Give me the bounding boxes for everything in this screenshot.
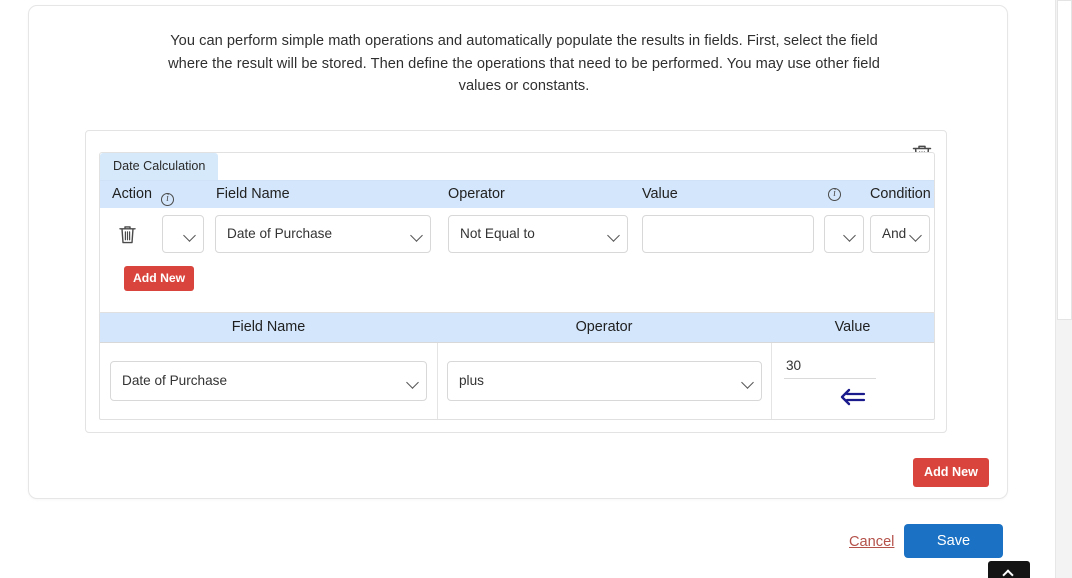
chevron-down-icon	[843, 229, 856, 242]
ops-cell-operator: plus	[437, 343, 771, 419]
scroll-to-top-widget[interactable]	[988, 561, 1030, 578]
ops-operator-value: plus	[459, 373, 484, 388]
tab-strip: Date Calculation	[100, 153, 219, 181]
operations-row: Date of Purchase plus	[100, 343, 934, 419]
ops-column-header-field-name: Field Name	[231, 319, 306, 335]
ops-operator-select[interactable]: plus	[447, 361, 762, 401]
column-header-field-name: Field Name	[216, 186, 290, 202]
page-root: You can perform simple math operations a…	[0, 0, 1072, 578]
add-new-calculation-button[interactable]: Add New	[913, 458, 989, 487]
arrow-left-from-line-icon[interactable]	[838, 388, 868, 406]
ops-field-value: Date of Purchase	[122, 373, 228, 388]
chevron-down-icon	[909, 229, 922, 242]
operations-table: Field Name Operator Value Date of Purcha…	[99, 312, 935, 420]
ops-value-input[interactable]	[784, 353, 876, 379]
ops-field-select[interactable]: Date of Purchase	[110, 361, 427, 401]
ops-cell-value	[771, 343, 934, 419]
column-header-condition: Condition	[870, 186, 931, 202]
scroll-gutter	[1045, 0, 1055, 578]
action-type-select[interactable]	[162, 215, 204, 253]
condition-value-input[interactable]	[642, 215, 814, 253]
chevron-down-icon	[741, 376, 754, 389]
condition-field-value: Date of Purchase	[227, 226, 333, 241]
chevron-up-icon	[1002, 569, 1014, 578]
calculation-panel: Date Calculation Action Field Name Opera…	[85, 130, 947, 433]
condition-table-header: Action Field Name Operator Value Conditi…	[100, 180, 934, 208]
info-icon-action[interactable]	[161, 192, 174, 206]
condition-field-select[interactable]: Date of Purchase	[215, 215, 431, 253]
ops-cell-field-name: Date of Purchase	[100, 343, 437, 419]
condition-logic-select[interactable]: And	[870, 215, 930, 253]
operations-table-header: Field Name Operator Value	[100, 313, 934, 343]
condition-block: Date Calculation Action Field Name Opera…	[99, 152, 935, 315]
condition-value-select[interactable]	[824, 215, 864, 253]
add-new-condition-button[interactable]: Add New	[124, 266, 195, 291]
intro-description: You can perform simple math operations a…	[168, 33, 880, 94]
chevron-down-icon	[410, 229, 423, 242]
calculation-card: You can perform simple math operations a…	[28, 5, 1008, 499]
chevron-down-icon	[406, 376, 419, 389]
column-header-value: Value	[642, 186, 678, 202]
save-button[interactable]: Save	[904, 524, 1003, 558]
chevron-down-icon	[607, 229, 620, 242]
ops-column-header-value: Value	[834, 319, 871, 335]
page-scrollbar-track[interactable]	[1055, 0, 1072, 578]
tab-date-calculation[interactable]: Date Calculation	[100, 153, 219, 180]
cancel-link[interactable]: Cancel	[849, 534, 894, 550]
row-trash-icon[interactable]	[118, 224, 137, 245]
ops-column-header-operator: Operator	[575, 319, 633, 335]
condition-row: Date of Purchase Not Equal to And	[100, 208, 934, 262]
condition-operator-select[interactable]: Not Equal to	[448, 215, 628, 253]
column-header-operator: Operator	[448, 186, 505, 202]
chevron-down-icon	[183, 229, 196, 242]
page-scrollbar-thumb[interactable]	[1057, 0, 1072, 320]
info-icon-value[interactable]	[828, 187, 841, 201]
condition-operator-value: Not Equal to	[460, 226, 535, 241]
column-header-action: Action	[112, 186, 152, 202]
condition-logic-value: And	[882, 226, 907, 241]
